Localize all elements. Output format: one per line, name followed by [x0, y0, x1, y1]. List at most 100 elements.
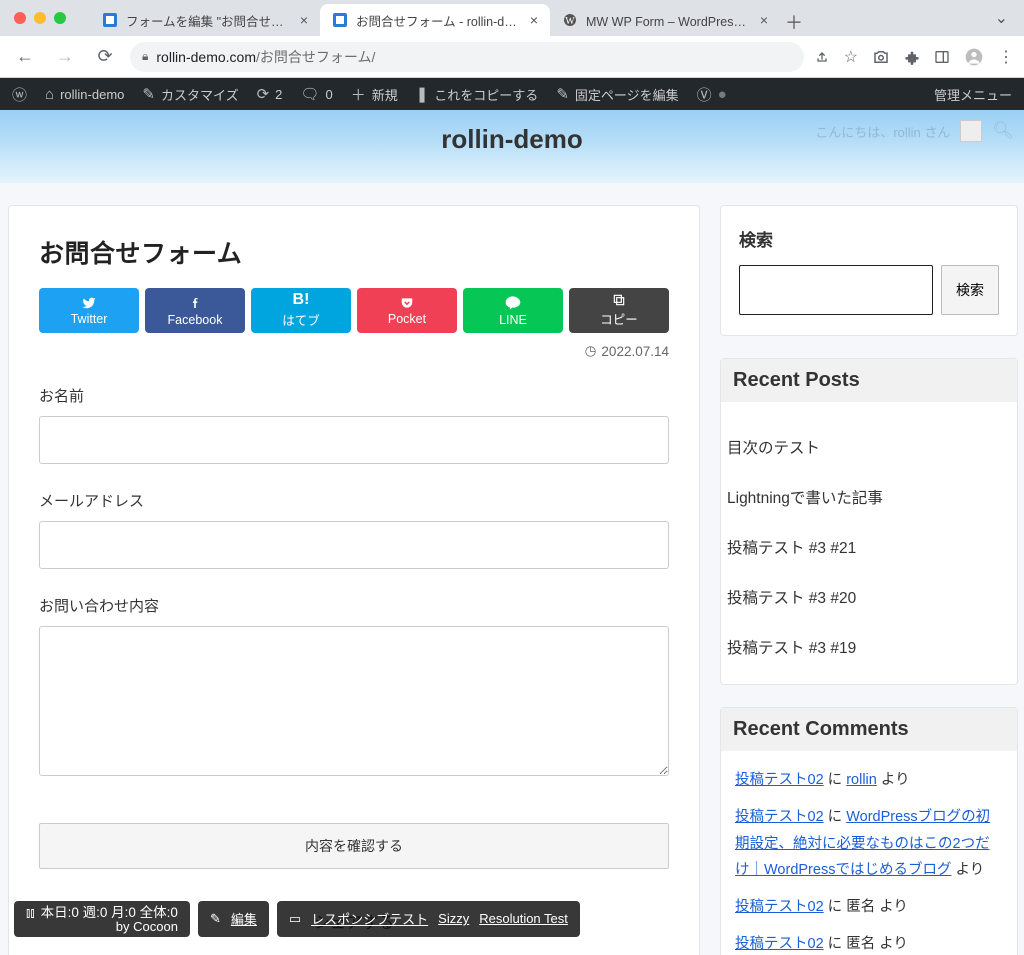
name-input[interactable]	[39, 416, 669, 464]
confirm-button[interactable]: 内容を確認する	[39, 823, 669, 869]
recent-post-item[interactable]: 投稿テスト #3 #19	[721, 622, 1017, 672]
recent-post-item[interactable]: 投稿テスト #3 #20	[721, 572, 1017, 622]
profile-icon[interactable]	[964, 47, 984, 67]
close-window-button[interactable]	[14, 12, 26, 24]
share-copy-button[interactable]: コピー	[569, 288, 669, 333]
recent-comment-item: 投稿テスト02 に 匿名 より	[735, 931, 1003, 955]
edit-icon: ✎	[210, 911, 221, 927]
edit-pill[interactable]: ✎ 編集	[198, 901, 269, 937]
search-title: 検索	[739, 226, 999, 251]
hatena-icon: B!	[293, 292, 310, 308]
vk-icon[interactable]: Ⓥ●	[697, 84, 727, 105]
favicon-icon	[332, 12, 348, 28]
browser-tab-active[interactable]: お問合せフォーム - rollin-demo ×	[320, 4, 550, 36]
recent-post-item[interactable]: 目次のテスト	[721, 422, 1017, 472]
traffic-lights	[14, 12, 66, 24]
maximize-window-button[interactable]	[54, 12, 66, 24]
stats-pill[interactable]: ⫾⫾本日:0 週:0 月:0 全体:0 by Cocoon	[14, 901, 190, 937]
edit-page-link[interactable]: ✎固定ページを編集	[556, 85, 678, 104]
email-input[interactable]	[39, 521, 669, 569]
url-text: rollin-demo.com/お問合せフォーム/	[156, 47, 375, 67]
toolbar-actions: ☆ ⋮	[814, 47, 1014, 67]
cocoon-footer-bar: ⫾⫾本日:0 週:0 月:0 全体:0 by Cocoon ✎ 編集 ▭ レスポ…	[14, 901, 580, 937]
search-icon[interactable]: 🔍︎	[992, 121, 1014, 141]
responsive-test-link[interactable]: レスポンシブテスト	[311, 909, 428, 928]
sidebar: 検索 検索 Recent Posts 目次のテストLightningで書いた記事…	[720, 205, 1018, 955]
email-label: メールアドレス	[39, 490, 669, 511]
page-body: お問合せフォーム Twitter Facebook B!はてブ Pocket L…	[0, 183, 1024, 955]
greeting-text[interactable]: こんにちは、rollin さん	[815, 122, 950, 141]
body-label: お問い合わせ内容	[39, 595, 669, 616]
main-content: お問合せフォーム Twitter Facebook B!はてブ Pocket L…	[8, 205, 700, 955]
favicon-icon: W	[562, 12, 578, 28]
menu-icon[interactable]: ⋮	[998, 47, 1014, 67]
sns-share-row: Twitter Facebook B!はてブ Pocket LINE コピー	[39, 288, 669, 333]
recent-posts-title: Recent Posts	[721, 359, 1017, 402]
comment-author-link[interactable]: rollin	[846, 772, 877, 788]
chevron-down-icon[interactable]: ⌄	[995, 8, 1008, 28]
minimize-window-button[interactable]	[34, 12, 46, 24]
extensions-icon[interactable]	[904, 49, 920, 65]
recent-comments-widget: Recent Comments 投稿テスト02 に rollin より投稿テスト…	[720, 707, 1018, 955]
share-hatena-button[interactable]: B!はてブ	[251, 288, 351, 333]
comment-post-link[interactable]: 投稿テスト02	[735, 899, 824, 915]
admin-menu-link[interactable]: 管理メニュー	[934, 85, 1012, 104]
twitter-icon	[80, 296, 98, 310]
entry-date: ◷ 2022.07.14	[39, 343, 669, 359]
recent-comment-item: 投稿テスト02 に rollin より	[735, 767, 1003, 794]
recent-post-item[interactable]: 投稿テスト #3 #21	[721, 522, 1017, 572]
name-label: お名前	[39, 385, 669, 406]
share-twitter-button[interactable]: Twitter	[39, 288, 139, 333]
copy-icon	[612, 293, 626, 307]
new-tab-button[interactable]: ＋	[780, 8, 808, 36]
site-name-link[interactable]: ⌂rollin-demo	[45, 86, 124, 103]
share-icon[interactable]	[814, 49, 830, 65]
tab-title: フォームを編集 "お問合せフォーム	[126, 11, 288, 30]
site-title[interactable]: rollin-demo	[441, 124, 583, 155]
device-icon: ▭	[289, 911, 301, 927]
search-button[interactable]: 検索	[941, 265, 999, 315]
new-content-link[interactable]: ＋新規	[351, 84, 398, 105]
favicon-icon	[102, 12, 118, 28]
pocket-icon	[399, 296, 415, 310]
close-tab-icon[interactable]: ×	[530, 12, 538, 28]
line-icon	[504, 295, 522, 311]
browser-tabs: フォームを編集 "お問合せフォーム × お問合せフォーム - rollin-de…	[90, 0, 977, 36]
sizzy-link[interactable]: Sizzy	[438, 911, 469, 926]
share-pocket-button[interactable]: Pocket	[357, 288, 457, 333]
close-tab-icon[interactable]: ×	[300, 12, 308, 28]
recent-comments-title: Recent Comments	[721, 708, 1017, 751]
forward-button[interactable]: →	[50, 42, 80, 72]
chart-icon: ⫾⫾	[26, 905, 35, 921]
camera-icon[interactable]	[872, 48, 890, 66]
wp-admin-bar: ⓦ ⌂rollin-demo ✎カスタマイズ ⟳2 🗨︎0 ＋新規 ❚これをコピ…	[0, 78, 1024, 110]
updates-link[interactable]: ⟳2	[257, 85, 283, 103]
avatar[interactable]	[960, 120, 982, 142]
browser-toolbar: ← → ⟳ 🔒︎ rollin-demo.com/お問合せフォーム/ ☆ ⋮	[0, 36, 1024, 78]
share-facebook-button[interactable]: Facebook	[145, 288, 245, 333]
comment-post-link[interactable]: 投稿テスト02	[735, 936, 824, 952]
resolution-test-link[interactable]: Resolution Test	[479, 911, 568, 926]
close-tab-icon[interactable]: ×	[760, 12, 768, 28]
entry-title: お問合せフォーム	[39, 234, 669, 270]
wp-logo[interactable]: ⓦ	[12, 84, 27, 105]
comment-post-link[interactable]: 投稿テスト02	[735, 809, 824, 825]
share-line-button[interactable]: LINE	[463, 288, 563, 333]
search-input[interactable]	[739, 265, 933, 315]
address-bar[interactable]: 🔒︎ rollin-demo.com/お問合せフォーム/	[130, 42, 804, 72]
recent-comment-item: 投稿テスト02 に 匿名 より	[735, 894, 1003, 921]
sidepanel-icon[interactable]	[934, 49, 950, 65]
body-textarea[interactable]	[39, 626, 669, 776]
recent-post-item[interactable]: Lightningで書いた記事	[721, 472, 1017, 522]
back-button[interactable]: ←	[10, 42, 40, 72]
comment-post-link[interactable]: 投稿テスト02	[735, 772, 824, 788]
copy-link[interactable]: ❚これをコピーする	[416, 85, 539, 104]
lock-icon: 🔒︎	[142, 49, 148, 64]
reload-button[interactable]: ⟳	[90, 42, 120, 72]
customize-link[interactable]: ✎カスタマイズ	[142, 85, 238, 104]
browser-tab[interactable]: フォームを編集 "お問合せフォーム ×	[90, 4, 320, 36]
tab-title: MW WP Form – WordPress プ…	[586, 11, 748, 30]
star-icon[interactable]: ☆	[844, 47, 858, 67]
browser-tab[interactable]: W MW WP Form – WordPress プ… ×	[550, 4, 780, 36]
comments-link[interactable]: 🗨︎0	[300, 85, 332, 103]
